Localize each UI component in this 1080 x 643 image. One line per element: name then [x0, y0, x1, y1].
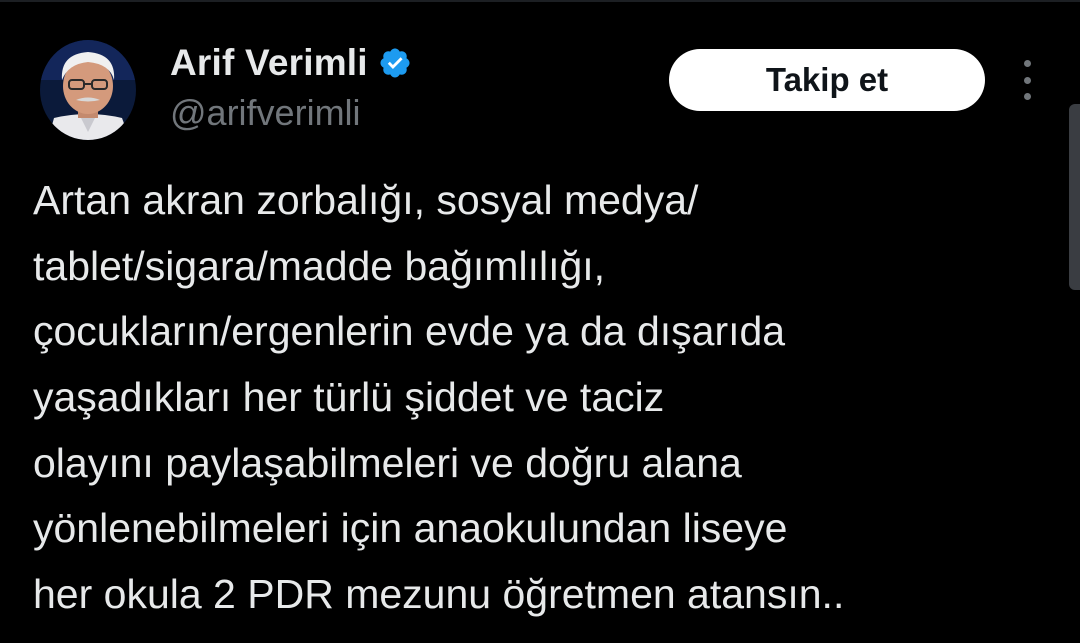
more-dot [1023, 60, 1031, 67]
tweet-line: yaşadıkları her türlü şiddet ve taciz [33, 374, 665, 421]
more-dot [1023, 93, 1031, 100]
tweet-line: Artan akran zorbalığı, sosyal medya/ [33, 177, 699, 223]
profile-photo [40, 40, 136, 140]
verified-badge-icon [380, 48, 410, 78]
avatar[interactable] [40, 40, 136, 140]
follow-button[interactable]: Takip et [669, 49, 985, 111]
tweet-line: çocukların/ergenlerin evde ya da dışarıd… [33, 308, 786, 355]
tweet-line: olayını paylaşabilmeleri ve doğru alana [33, 439, 742, 486]
tweet-line: her okula 2 PDR mezunu öğretmen atansın.… [33, 571, 845, 618]
tweet-line: yönlenebilmeleri için anaokulundan lisey… [33, 505, 788, 552]
more-dot [1023, 76, 1031, 84]
author-name-row: Arif Verimli [170, 40, 412, 86]
scrollbar[interactable] [1069, 104, 1080, 290]
top-divider [0, 0, 1080, 2]
tweet-text: Artan akran zorbalığı, sosyal medya/ tab… [33, 168, 1058, 628]
tweet-line: tablet/sigara/madde bağımlılığı, [33, 242, 606, 289]
author-handle[interactable]: @arifverimli [170, 92, 361, 134]
more-options-icon[interactable] [1014, 60, 1040, 100]
author-display-name[interactable]: Arif Verimli [170, 42, 368, 84]
